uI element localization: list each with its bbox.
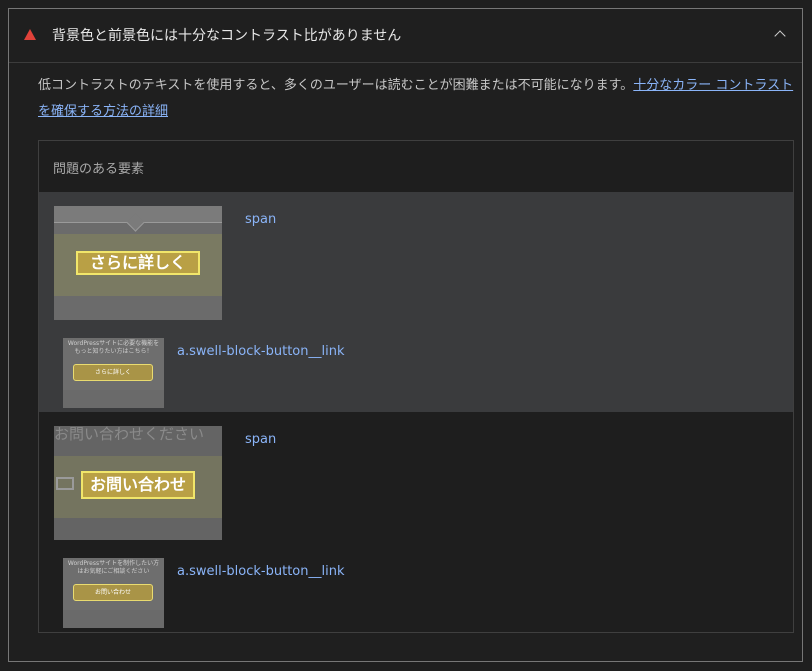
table-row[interactable]: お問い合わせください お問い合わせ span WordPressサイトを制作した… (39, 412, 793, 632)
element-context-thumbnail: WordPressサイトを制作したい方はお気軽にご相談ください お問い合わせ (63, 558, 164, 628)
chevron-up-icon (774, 30, 786, 42)
mail-icon (56, 477, 74, 490)
element-selector-label[interactable]: span (245, 212, 276, 227)
thumbnail-button-text: お問い合わせ (81, 471, 195, 499)
thumbnail-heading-text: お問い合わせください (54, 426, 205, 443)
collapse-button[interactable] (766, 21, 794, 49)
element-screenshot-thumbnail: さらに詳しく (54, 206, 222, 320)
audit-description: 低コントラストのテキストを使用すると、多くのユーザーは読むことが困難または不可能… (38, 73, 798, 125)
element-screenshot-thumbnail: お問い合わせください お問い合わせ (54, 426, 222, 540)
element-selector-label[interactable]: span (245, 432, 276, 447)
small-thumbnail-button-text: お問い合わせ (73, 584, 153, 601)
audit-header[interactable]: 背景色と前景色には十分なコントラスト比がありません (9, 9, 802, 63)
table-row[interactable]: さらに詳しく span WordPressサイトに必要な機能をもっと知りたい方は… (39, 192, 793, 412)
small-thumbnail-caption: WordPressサイトに必要な機能をもっと知りたい方はこちら！ (67, 340, 160, 355)
table-header-label: 問題のある要素 (53, 162, 145, 177)
small-thumbnail-button-text: さらに詳しく (73, 364, 153, 381)
warning-triangle-icon (24, 29, 36, 40)
thumbnail-button-text: さらに詳しく (76, 251, 200, 275)
audit-title: 背景色と前景色には十分なコントラスト比がありません (52, 28, 402, 44)
description-text: 低コントラストのテキストを使用すると、多くのユーザーは読むことが困難または不可能… (38, 78, 634, 93)
element-path-label[interactable]: a.swell-block-button__link (177, 344, 344, 359)
element-context-thumbnail: WordPressサイトに必要な機能をもっと知りたい方はこちら！ さらに詳しく (63, 338, 164, 408)
element-path-label[interactable]: a.swell-block-button__link (177, 564, 344, 579)
small-thumbnail-caption: WordPressサイトを制作したい方はお気軽にご相談ください (67, 560, 160, 575)
audit-panel: 背景色と前景色には十分なコントラスト比がありません 低コントラストのテキストを使… (8, 8, 803, 662)
table-header: 問題のある要素 (39, 141, 793, 193)
failing-elements-table: 問題のある要素 さらに詳しく span WordPressサイトに必要な機能をも… (38, 140, 794, 633)
